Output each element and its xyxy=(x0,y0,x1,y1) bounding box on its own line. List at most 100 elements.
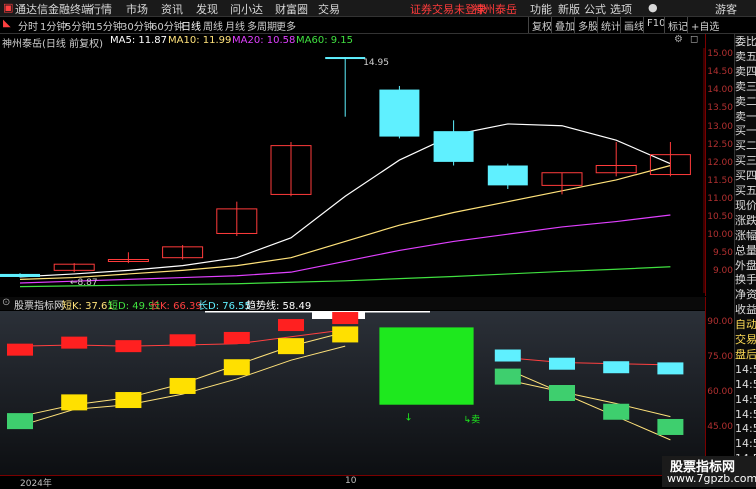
side-item[interactable]: 总量 xyxy=(735,245,756,257)
side-item[interactable]: 涨跌 xyxy=(735,215,756,227)
menu-quotes[interactable]: 行情 xyxy=(90,1,112,17)
long-k-block xyxy=(278,319,304,332)
period-daily[interactable]: 日线 xyxy=(181,18,201,33)
side-item[interactable]: 14:5 xyxy=(735,379,756,391)
menu-market[interactable]: 市场 xyxy=(126,1,148,17)
flag-icon[interactable]: ◣ xyxy=(3,18,11,29)
period-toolbar: ◣ 分时 1分钟 5分钟 15分钟 30分钟 60分钟 日线 周线 月线 多周期… xyxy=(0,17,756,34)
user-guest[interactable]: 游客 xyxy=(715,1,737,17)
menu-ask[interactable]: 问小达 xyxy=(230,1,263,17)
menu-options[interactable]: 选项 xyxy=(610,1,632,17)
short-k-block xyxy=(549,385,575,401)
indicator-tick: 90.00 xyxy=(707,316,733,327)
indicator-chart[interactable]: ↓ ↳卖 xyxy=(0,311,705,475)
ma5-value: MA5: 11.87 xyxy=(110,35,168,46)
period-monthly[interactable]: 月线 xyxy=(225,18,245,33)
menu-trade[interactable]: 交易 xyxy=(318,1,340,17)
side-item[interactable]: 买四 xyxy=(735,170,756,182)
price-tick: 15.00 xyxy=(707,49,733,60)
side-item[interactable]: 14:5 xyxy=(735,409,756,421)
trend-line-value: 趋势线: 58.49 xyxy=(246,301,312,312)
user-icon[interactable]: ● xyxy=(648,1,658,14)
sell-label: ↳卖 xyxy=(464,415,481,426)
period-30min[interactable]: 30分钟 xyxy=(121,18,154,33)
side-item[interactable]: 14:5 xyxy=(735,438,756,450)
side-item[interactable]: 现价 xyxy=(735,200,756,212)
ma5-line xyxy=(19,123,671,278)
menu-formula[interactable]: 公式 xyxy=(584,1,606,17)
long-d-line xyxy=(507,357,671,366)
period-weekly[interactable]: 周线 xyxy=(203,18,223,33)
period-1min[interactable]: 1分钟 xyxy=(40,18,66,33)
date-label-month: 10 xyxy=(345,476,357,486)
ma10-value: MA10: 11.99 xyxy=(168,35,232,46)
period-15min[interactable]: 15分钟 xyxy=(90,18,123,33)
expand-icon[interactable]: ◻ xyxy=(690,34,698,45)
candle-body xyxy=(325,57,366,60)
side-item[interactable]: 委比 xyxy=(735,36,756,48)
app-logo-icon: ▣ xyxy=(3,1,14,14)
ma60-value: MA60: 9.15 xyxy=(296,35,354,46)
price-tick: 11.00 xyxy=(707,193,733,204)
btn-add-watchlist[interactable]: +自选 xyxy=(687,17,722,33)
menu-news[interactable]: 资讯 xyxy=(161,1,183,17)
side-item[interactable]: 换手 xyxy=(735,274,756,286)
price-tick: 11.50 xyxy=(707,175,733,186)
trend-line xyxy=(507,369,671,441)
side-item[interactable]: 收益 xyxy=(735,304,756,316)
side-item[interactable]: 交易 xyxy=(735,334,756,346)
period-intraday[interactable]: 分时 xyxy=(18,18,38,33)
short-k-block xyxy=(278,338,304,355)
side-item[interactable]: 买一 xyxy=(735,125,756,137)
long-k-block xyxy=(115,340,142,353)
overbought-bar xyxy=(365,311,430,313)
short-k-block xyxy=(115,392,142,409)
side-item[interactable]: 卖三 xyxy=(735,81,756,93)
side-item[interactable]: 买三 xyxy=(735,155,756,167)
long-k-block xyxy=(61,336,88,349)
date-axis: 2024年 10 xyxy=(0,475,705,489)
period-60min[interactable]: 60分钟 xyxy=(151,18,184,33)
side-item[interactable]: 涨幅 xyxy=(735,230,756,242)
side-item[interactable]: 卖一 xyxy=(735,111,756,123)
long-k-block xyxy=(169,334,196,347)
side-item[interactable]: 自动 xyxy=(735,319,756,331)
price-tick: 10.00 xyxy=(707,230,733,240)
kline-chart[interactable]: 14.95 ←8.87 xyxy=(0,48,705,293)
long-k-block xyxy=(603,361,630,374)
side-item[interactable]: 买二 xyxy=(735,140,756,152)
long-k-block xyxy=(494,349,521,362)
ma-info-bar: 神州泰岳(日线 前复权) MA5: 11.87 MA10: 11.99 MA20… xyxy=(0,34,705,50)
signal-block xyxy=(379,327,474,405)
quote-side-panel: 委比卖五卖四卖三卖二卖一买一买二买三买四买五现价涨跌涨幅总量外盘换手净资收益自动… xyxy=(734,34,756,475)
menu-function[interactable]: 功能 xyxy=(530,1,552,17)
side-item[interactable]: 卖二 xyxy=(735,96,756,108)
side-item[interactable]: 14:5 xyxy=(735,394,756,406)
side-item[interactable]: 买五 xyxy=(735,185,756,197)
menu-discover[interactable]: 发现 xyxy=(196,1,218,17)
low-price-label: ←8.87 xyxy=(70,278,98,288)
watermark: 股票指标网 www.7gpzb.com xyxy=(662,456,756,487)
settings-icon[interactable]: ⚙ xyxy=(674,34,683,45)
side-item[interactable]: 14:5 xyxy=(735,364,756,376)
period-more[interactable]: 更多 xyxy=(276,18,296,33)
price-tick: 12.00 xyxy=(707,157,733,168)
long-k-block xyxy=(7,343,33,356)
period-multi[interactable]: 多周期 xyxy=(247,18,277,33)
period-5min[interactable]: 5分钟 xyxy=(65,18,91,33)
side-item[interactable]: 盘后 xyxy=(735,349,756,361)
candle-body xyxy=(379,89,420,137)
side-item[interactable]: 净资 xyxy=(735,289,756,301)
ma60-line xyxy=(19,266,671,288)
side-item[interactable]: 卖四 xyxy=(735,66,756,78)
indicator-menu-icon[interactable]: ⊙ xyxy=(2,297,10,308)
indicator-name[interactable]: 股票指标网 xyxy=(14,297,64,312)
side-item[interactable]: 外盘 xyxy=(735,260,756,272)
menu-wealth[interactable]: 财富圈 xyxy=(275,1,308,17)
ma20-value: MA20: 10.58 xyxy=(232,35,296,46)
side-item[interactable]: 卖五 xyxy=(735,51,756,63)
price-axis: 15.00 14.50 14.00 13.50 13.00 12.50 12.00 11.50… xyxy=(705,34,735,296)
ma20-line xyxy=(19,214,671,284)
side-item[interactable]: 14:5 xyxy=(735,423,756,435)
menu-new-version[interactable]: 新版 xyxy=(558,1,580,17)
